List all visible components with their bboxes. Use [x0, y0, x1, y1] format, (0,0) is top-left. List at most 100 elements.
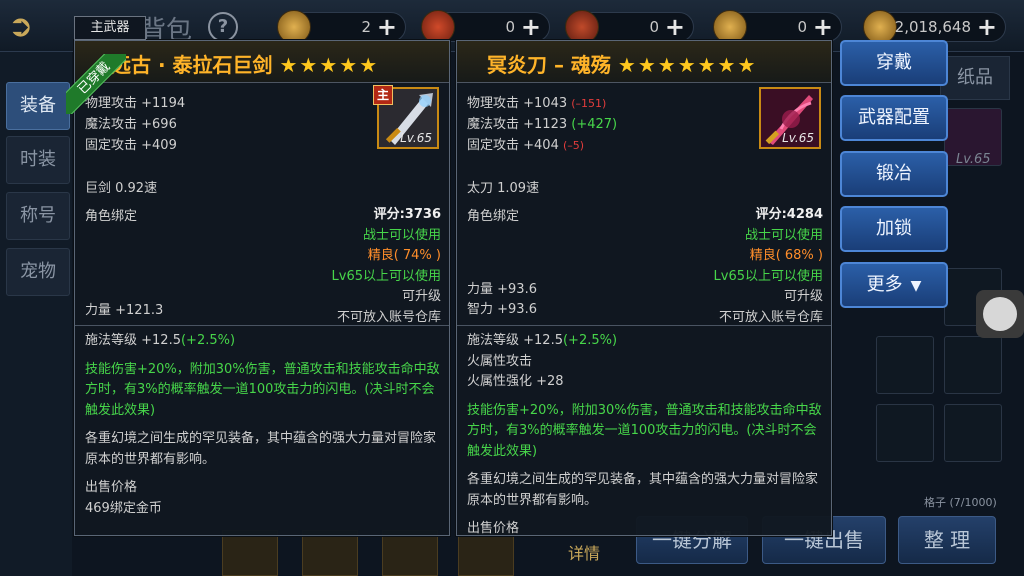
inventory-slot[interactable] [876, 336, 934, 394]
sell-price-label: 出售价格 [85, 480, 138, 495]
flavor-text: 各重幻境之间生成的罕见装备，其中蕴含的强大力量对冒险家原本的世界都有影响。 [85, 431, 437, 467]
magic-attack: 魔法攻击 +696 [85, 117, 177, 132]
fixed-attack-row: 固定攻击 +404 (–5) [467, 135, 617, 156]
currency-value: 0 [505, 18, 515, 36]
fixed-attack: 固定攻击 +409 [85, 138, 177, 153]
magic-attack-row: 魔法攻击 +1123 (+427) [467, 114, 617, 135]
inventory-slot[interactable] [944, 404, 1002, 462]
gold-icon [863, 10, 897, 44]
physical-attack: 物理攻击 +1043 [467, 96, 572, 111]
item-level: Lv.65 [400, 131, 432, 145]
fire-attack: 火属性攻击 [467, 353, 533, 369]
sell-price-label: 出售价格 [467, 521, 520, 536]
skill-effect: 技能伤害+20%，附加30%伤害，普通攻击和技能攻击命中敌方时，有3%的概率触发… [467, 402, 822, 459]
item-quality: 精良( 68% ) [749, 248, 823, 263]
currency-1: 2 + [277, 10, 406, 44]
item-icon: 主 Lv.65 [373, 85, 439, 149]
level-requirement: Lv65以上可以使用 [713, 268, 823, 284]
item-quality: 精良( 74% ) [367, 248, 441, 263]
cast-bonus: (+2.5%) [180, 333, 236, 348]
bottom-items [210, 530, 514, 576]
gold-value: 2,018,648 [894, 18, 971, 36]
item-thumb[interactable] [222, 530, 278, 576]
chevron-down-icon: ▼ [910, 278, 922, 294]
fire-boost: 火属性强化 +28 [467, 374, 564, 389]
stat-block: 物理攻击 +1043 (–151) 魔法攻击 +1123 (+427) 固定攻击… [467, 93, 617, 156]
add-gold-button[interactable]: + [977, 13, 997, 41]
add-currency-button[interactable]: + [813, 13, 833, 41]
magic-attack: 魔法攻击 +1123 [467, 117, 572, 132]
main-weapon-tag: 主武器 [74, 16, 146, 40]
forge-button[interactable]: 锻冶 [840, 151, 948, 197]
add-currency-button[interactable]: + [377, 13, 397, 41]
floating-assist-button[interactable] [976, 290, 1024, 338]
wear-button[interactable]: 穿戴 [840, 40, 948, 86]
currency-value: 0 [797, 18, 807, 36]
weapon-speed: 太刀 1.09速 [467, 181, 540, 196]
item-icon: Lv.65 [759, 87, 821, 149]
item-score: 评分:3736 [373, 207, 441, 222]
bind-type: 角色绑定 [467, 209, 520, 224]
scroll-icon [565, 10, 599, 44]
inventory-slot[interactable] [944, 336, 1002, 394]
skill-effect: 技能伤害+20%，附加30%伤害，普通攻击和技能攻击命中敌方时，有3%的概率触发… [85, 361, 440, 418]
star-rating: ★★★★★ [279, 53, 380, 77]
fixed-attack: 固定攻击 +404 [467, 138, 563, 153]
physical-attack-diff: (–151) [571, 97, 607, 110]
detail-button[interactable]: 详情 [556, 540, 612, 568]
main-weapon-badge: 主 [373, 85, 393, 105]
sort-button[interactable]: 整 理 [898, 516, 996, 564]
star-rating: ★★★★★★★ [617, 53, 758, 77]
currency-4: 0 + [713, 10, 842, 44]
item-name: 远古 · 泰拉石巨剑 [111, 53, 273, 77]
item-score: 评分:4284 [755, 207, 823, 222]
item-thumb[interactable] [382, 530, 438, 576]
magic-attack-diff: (+427) [571, 117, 618, 132]
equipped-ribbon: 已穿戴 [66, 54, 126, 114]
tab-equipment[interactable]: 装备 [6, 82, 70, 130]
tab-title[interactable]: 称号 [6, 192, 70, 240]
compare-item-tooltip: 冥炎刀 – 魂殇 ★★★★★★★ 物理攻击 +1043 (–151) 魔法攻击 … [456, 40, 832, 536]
currency-2: 0 + [421, 10, 550, 44]
cast-level-row: 施法等级 +12.5(+2.5%) [467, 331, 823, 352]
item-name: 冥炎刀 – 魂殇 [487, 53, 611, 77]
cast-level: 施法等级 +12.5 [85, 333, 181, 348]
ticket-icon [421, 10, 455, 44]
currency-value: 0 [649, 18, 659, 36]
flavor-text: 各重幻境之间生成的罕见装备，其中蕴含的强大力量对冒险家原本的世界都有影响。 [467, 472, 819, 508]
currency-3: 0 + [565, 10, 694, 44]
currency-value: 2 [361, 18, 371, 36]
add-currency-button[interactable]: + [665, 13, 685, 41]
side-tabs: 装备 时装 称号 宠物 [0, 52, 72, 576]
equipped-item-tooltip: 远古 · 泰拉石巨剑 ★★★★★ 物理攻击 +1194 魔法攻击 +696 固定… [74, 40, 450, 536]
cast-bonus: (+2.5%) [562, 333, 618, 348]
gold-coin-icon [713, 10, 747, 44]
slots-count: 格子 (7/1000) [924, 496, 997, 509]
weapon-config-button[interactable]: 武器配置 [840, 95, 948, 141]
currency-gold: 2,018,648 + [863, 10, 1006, 44]
inventory-slot[interactable] [876, 404, 934, 462]
tab-pet[interactable]: 宠物 [6, 248, 70, 296]
intellect-stat: 智力 +93.6 [467, 302, 537, 317]
level-requirement: Lv65以上可以使用 [331, 268, 441, 284]
divider [75, 325, 449, 326]
class-requirement: 战士可以使用 [362, 227, 441, 243]
upgradable: 可升级 [401, 289, 441, 304]
item-thumb[interactable] [302, 530, 358, 576]
back-arrow-icon[interactable]: ➲ [8, 10, 64, 44]
class-requirement: 战士可以使用 [744, 227, 823, 243]
weapon-speed: 巨剑 0.92速 [85, 181, 158, 196]
lock-button[interactable]: 加锁 [840, 206, 948, 252]
slot-level: Lv.65 [956, 152, 991, 167]
help-button[interactable]: ? [208, 12, 238, 42]
item-level: Lv.65 [782, 131, 814, 145]
item-header: 远古 · 泰拉石巨剑 ★★★★★ [75, 41, 449, 83]
item-name-row: 冥炎刀 – 魂殇 ★★★★★★★ [487, 49, 757, 78]
fixed-attack-diff: (–5) [562, 139, 585, 152]
add-currency-button[interactable]: + [521, 13, 541, 41]
item-requirements: 评分:4284 战士可以使用 精良( 68% ) Lv65以上可以使用 可升级 … [714, 205, 823, 328]
strength-stat: 力量 +93.6 [467, 282, 537, 297]
tab-fashion[interactable]: 时装 [6, 136, 70, 184]
item-header: 冥炎刀 – 魂殇 ★★★★★★★ [457, 41, 831, 83]
more-button[interactable]: 更多 ▼ [840, 262, 948, 308]
